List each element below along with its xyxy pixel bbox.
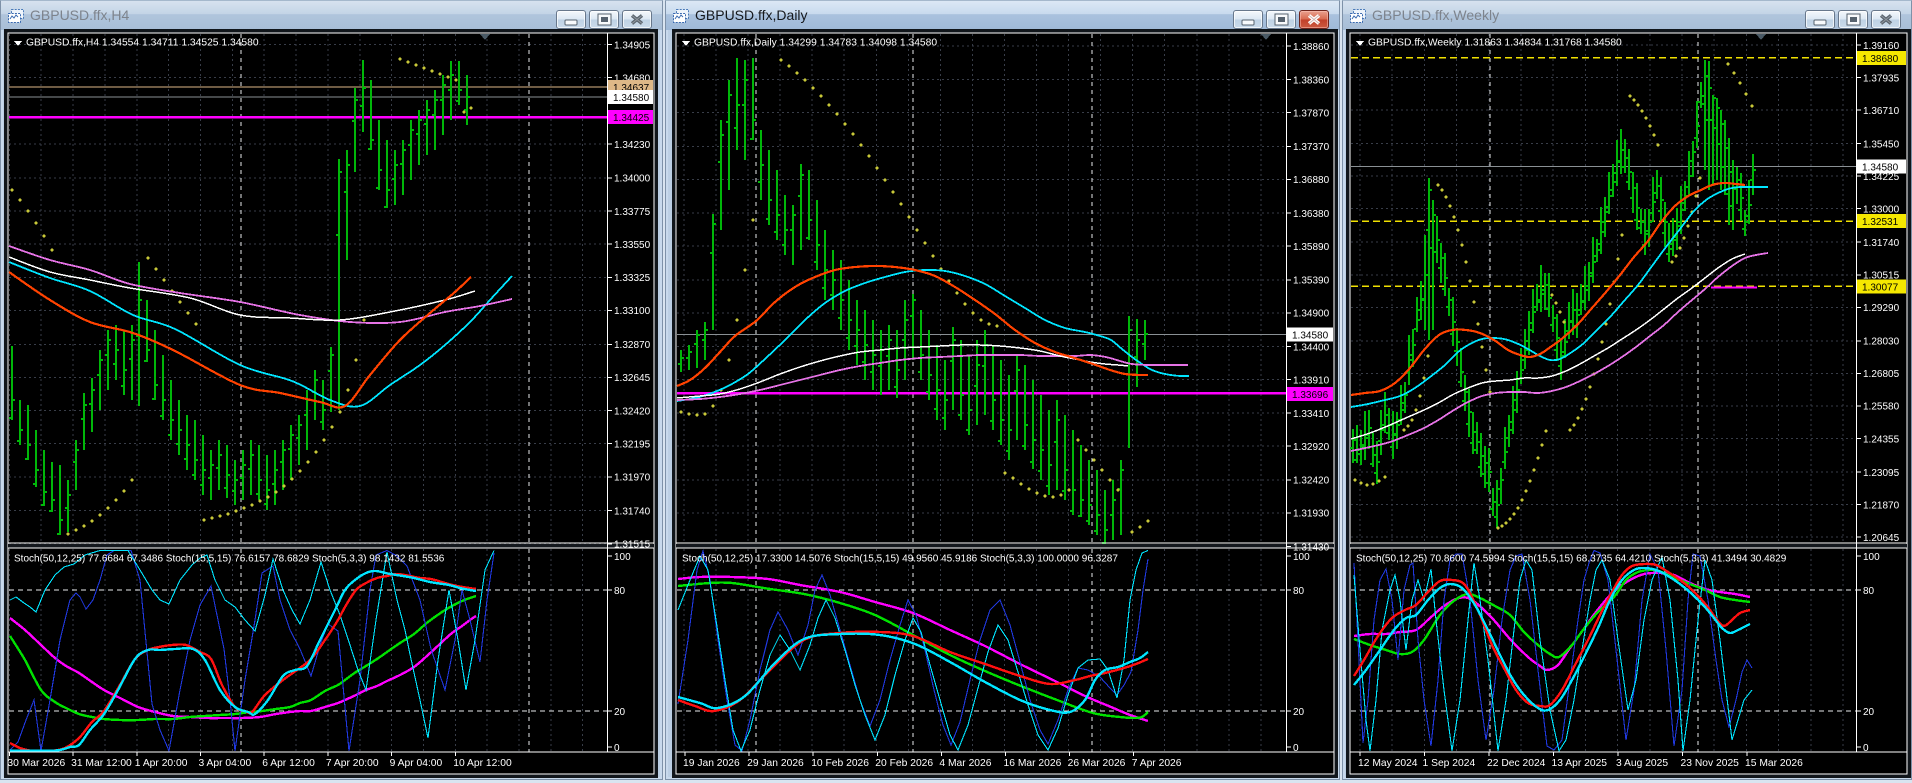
svg-text:100: 100 (1863, 552, 1880, 563)
svg-text:20: 20 (614, 707, 626, 718)
svg-text:1.31970: 1.31970 (614, 473, 651, 484)
svg-text:1.24355: 1.24355 (1863, 434, 1900, 445)
svg-text:20 Feb 2026: 20 Feb 2026 (875, 758, 933, 769)
svg-text:80: 80 (1863, 586, 1875, 597)
svg-text:22 Dec 2024: 22 Dec 2024 (1487, 758, 1546, 769)
svg-text:9 Apr 04:00: 9 Apr 04:00 (390, 758, 443, 769)
svg-text:GBPUSD.ffx,Weekly 1.31863 1.3: GBPUSD.ffx,Weekly 1.31863 1.34834 1.3176… (1368, 38, 1622, 49)
svg-text:1 Apr 20:00: 1 Apr 20:00 (135, 758, 188, 769)
svg-text:1.31740: 1.31740 (1863, 238, 1900, 249)
svg-text:1.36710: 1.36710 (1863, 106, 1900, 117)
svg-text:Stoch(50,12,25) 70.8600 74.599: Stoch(50,12,25) 70.8600 74.5994 Stoch(15… (1356, 554, 1787, 565)
svg-text:15 Mar 2026: 15 Mar 2026 (1745, 758, 1803, 769)
svg-text:1.23095: 1.23095 (1863, 468, 1900, 479)
svg-text:0: 0 (1863, 743, 1869, 754)
svg-text:1.25580: 1.25580 (1863, 402, 1900, 413)
svg-text:1.34905: 1.34905 (614, 40, 651, 51)
svg-text:80: 80 (614, 586, 626, 597)
svg-text:1.32645: 1.32645 (614, 373, 651, 384)
svg-text:3 Aug 2025: 3 Aug 2025 (1616, 758, 1668, 769)
svg-text:80: 80 (1293, 586, 1305, 597)
svg-text:100: 100 (1293, 552, 1310, 563)
svg-text:1.31740: 1.31740 (614, 507, 651, 518)
svg-text:20: 20 (1293, 707, 1305, 718)
svg-text:1.33325: 1.33325 (614, 273, 651, 284)
svg-text:1.31930: 1.31930 (1293, 509, 1330, 520)
svg-text:1.33000: 1.33000 (1863, 205, 1900, 216)
svg-text:1.20645: 1.20645 (1863, 533, 1900, 544)
svg-text:1.33910: 1.33910 (1293, 375, 1330, 386)
svg-text:10 Feb 2026: 10 Feb 2026 (811, 758, 869, 769)
svg-text:26 Mar 2026: 26 Mar 2026 (1068, 758, 1126, 769)
svg-text:Stoch(50,12,25) 17.3300 14.507: Stoch(50,12,25) 17.3300 14.5076 Stoch(15… (682, 554, 1118, 565)
svg-text:1.33550: 1.33550 (614, 240, 651, 251)
svg-text:1.38360: 1.38360 (1293, 76, 1330, 87)
svg-text:1.38860: 1.38860 (1293, 42, 1330, 53)
svg-text:0: 0 (1293, 743, 1299, 754)
svg-text:1.32420: 1.32420 (1293, 476, 1330, 487)
svg-text:1.34000: 1.34000 (614, 174, 651, 185)
svg-text:1.34580: 1.34580 (1862, 163, 1899, 174)
svg-text:1.37370: 1.37370 (1293, 142, 1330, 153)
svg-text:1.37870: 1.37870 (1293, 109, 1330, 120)
svg-text:10 Apr 12:00: 10 Apr 12:00 (453, 758, 512, 769)
svg-text:19 Jan 2026: 19 Jan 2026 (683, 758, 740, 769)
svg-text:1.37935: 1.37935 (1863, 73, 1900, 84)
svg-text:1.30077: 1.30077 (1862, 282, 1899, 293)
svg-text:4 Mar 2026: 4 Mar 2026 (939, 758, 991, 769)
svg-text:23 Nov 2025: 23 Nov 2025 (1681, 758, 1740, 769)
svg-text:16 Mar 2026: 16 Mar 2026 (1004, 758, 1062, 769)
svg-text:29 Jan 2026: 29 Jan 2026 (747, 758, 804, 769)
svg-text:1.33696: 1.33696 (1292, 390, 1329, 401)
svg-text:12 May 2024: 12 May 2024 (1358, 758, 1418, 769)
svg-text:1.36380: 1.36380 (1293, 209, 1330, 220)
svg-text:7 Apr 20:00: 7 Apr 20:00 (326, 758, 379, 769)
svg-text:1.33775: 1.33775 (614, 207, 651, 218)
svg-text:1.34230: 1.34230 (614, 140, 651, 151)
svg-text:1.34580: 1.34580 (613, 93, 650, 104)
svg-text:1.34400: 1.34400 (1293, 342, 1330, 353)
svg-text:1.32531: 1.32531 (1862, 217, 1899, 228)
svg-text:1.33100: 1.33100 (614, 306, 651, 317)
svg-text:1.32420: 1.32420 (614, 406, 651, 417)
svg-text:1.35390: 1.35390 (1293, 276, 1330, 287)
svg-text:1.31515: 1.31515 (614, 540, 651, 551)
svg-text:31 Mar 12:00: 31 Mar 12:00 (71, 758, 132, 769)
svg-text:1.34900: 1.34900 (1293, 309, 1330, 320)
svg-text:13 Apr 2025: 13 Apr 2025 (1552, 758, 1608, 769)
svg-text:GBPUSD.ffx,H4 1.34554 1.34711: GBPUSD.ffx,H4 1.34554 1.34711 1.34525 1.… (26, 38, 259, 49)
svg-text:30 Mar 2026: 30 Mar 2026 (7, 758, 65, 769)
svg-text:0: 0 (614, 743, 620, 754)
svg-text:Stoch(50,12,25) 77.6684 67.348: Stoch(50,12,25) 77.6684 67.3486 Stoch(15… (14, 554, 445, 565)
svg-text:1.35450: 1.35450 (1863, 139, 1900, 150)
svg-text:1.26805: 1.26805 (1863, 369, 1900, 380)
svg-text:1.35890: 1.35890 (1293, 242, 1330, 253)
svg-text:7 Apr 2026: 7 Apr 2026 (1132, 758, 1182, 769)
svg-text:20: 20 (1863, 707, 1875, 718)
svg-text:6 Apr 12:00: 6 Apr 12:00 (262, 758, 315, 769)
svg-text:GBPUSD.ffx,Daily 1.34299 1.34: GBPUSD.ffx,Daily 1.34299 1.34783 1.34098… (694, 38, 937, 49)
svg-text:1.29290: 1.29290 (1863, 303, 1900, 314)
svg-text:1.38680: 1.38680 (1862, 54, 1899, 65)
svg-text:1.36880: 1.36880 (1293, 175, 1330, 186)
svg-text:1.21870: 1.21870 (1863, 500, 1900, 511)
svg-text:1.32870: 1.32870 (614, 340, 651, 351)
svg-text:100: 100 (614, 552, 631, 563)
svg-text:1.34580: 1.34580 (1292, 330, 1329, 341)
svg-text:3 Apr 04:00: 3 Apr 04:00 (199, 758, 252, 769)
svg-text:1.33410: 1.33410 (1293, 409, 1330, 420)
svg-text:1.34425: 1.34425 (613, 113, 650, 124)
svg-text:1 Sep 2024: 1 Sep 2024 (1423, 758, 1476, 769)
svg-text:1.32195: 1.32195 (614, 440, 651, 451)
svg-text:1.32920: 1.32920 (1293, 442, 1330, 453)
svg-text:1.39160: 1.39160 (1863, 41, 1900, 52)
svg-text:1.28030: 1.28030 (1863, 337, 1900, 348)
